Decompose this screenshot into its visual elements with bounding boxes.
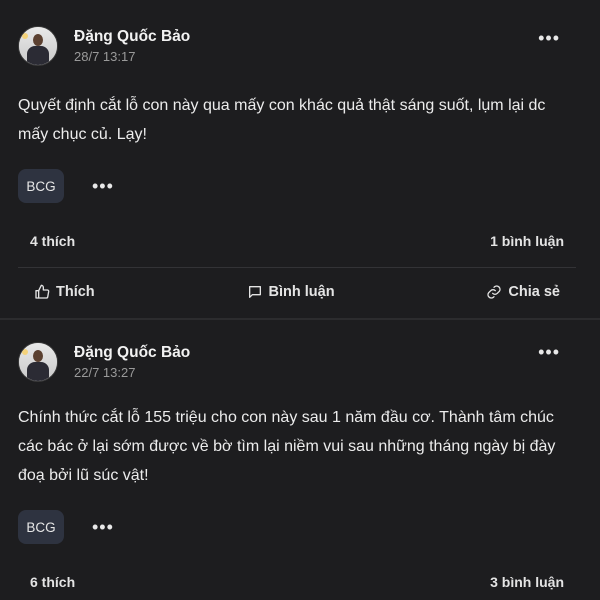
avatar[interactable] xyxy=(18,342,58,382)
chat-bubble-icon xyxy=(248,286,261,298)
post-actions: Thích Bình luận Chia sẻ xyxy=(34,284,560,300)
post-content: Quyết định cắt lỗ con này qua mấy con kh… xyxy=(18,97,546,143)
stock-tag[interactable]: BCG xyxy=(18,169,64,203)
author-name[interactable]: Đặng Quốc Bảo xyxy=(74,343,190,363)
post-header: Đặng Quốc Bảo 28/7 13:17 xyxy=(18,26,190,66)
post-content: Chính thức cắt lỗ 155 triệu cho con này … xyxy=(18,409,556,484)
post: Đặng Quốc Bảo 28/7 13:17 ••• Quyết định … xyxy=(0,0,600,320)
post-stats: 6 thích 3 bình luận xyxy=(30,574,564,590)
comment-count[interactable]: 1 bình luận xyxy=(490,233,564,249)
post-time[interactable]: 22/7 13:27 xyxy=(74,364,190,382)
post: Đặng Quốc Bảo 22/7 13:27 ••• Chính thức … xyxy=(0,320,600,600)
post-tags: BCG ••• xyxy=(18,169,114,203)
link-icon xyxy=(487,285,502,299)
post-stats: 4 thích 1 bình luận xyxy=(30,233,564,249)
feed: Đặng Quốc Bảo 28/7 13:17 ••• Quyết định … xyxy=(0,0,600,600)
like-count[interactable]: 6 thích xyxy=(30,574,75,590)
stock-tag[interactable]: BCG xyxy=(18,510,64,544)
author-name[interactable]: Đặng Quốc Bảo xyxy=(74,27,190,47)
divider xyxy=(18,267,576,268)
avatar[interactable] xyxy=(18,26,58,66)
comment-button[interactable]: Bình luận xyxy=(247,284,335,300)
more-options-icon[interactable]: ••• xyxy=(538,28,560,48)
post-header: Đặng Quốc Bảo 22/7 13:27 xyxy=(18,342,190,382)
post-tags: BCG ••• xyxy=(18,510,114,544)
like-count[interactable]: 4 thích xyxy=(30,233,75,249)
more-tags-icon[interactable]: ••• xyxy=(92,517,114,538)
comment-label: Bình luận xyxy=(268,284,335,300)
post-meta: Đặng Quốc Bảo 22/7 13:27 xyxy=(74,343,190,382)
comment-count[interactable]: 3 bình luận xyxy=(490,574,564,590)
thumbs-up-icon xyxy=(35,284,50,299)
share-label: Chia sẻ xyxy=(508,284,560,300)
post-meta: Đặng Quốc Bảo 28/7 13:17 xyxy=(74,27,190,66)
more-options-icon[interactable]: ••• xyxy=(538,342,560,362)
more-tags-icon[interactable]: ••• xyxy=(92,176,114,197)
like-button[interactable]: Thích xyxy=(34,284,95,300)
like-label: Thích xyxy=(56,284,95,300)
share-button[interactable]: Chia sẻ xyxy=(486,284,560,300)
post-time[interactable]: 28/7 13:17 xyxy=(74,48,190,66)
